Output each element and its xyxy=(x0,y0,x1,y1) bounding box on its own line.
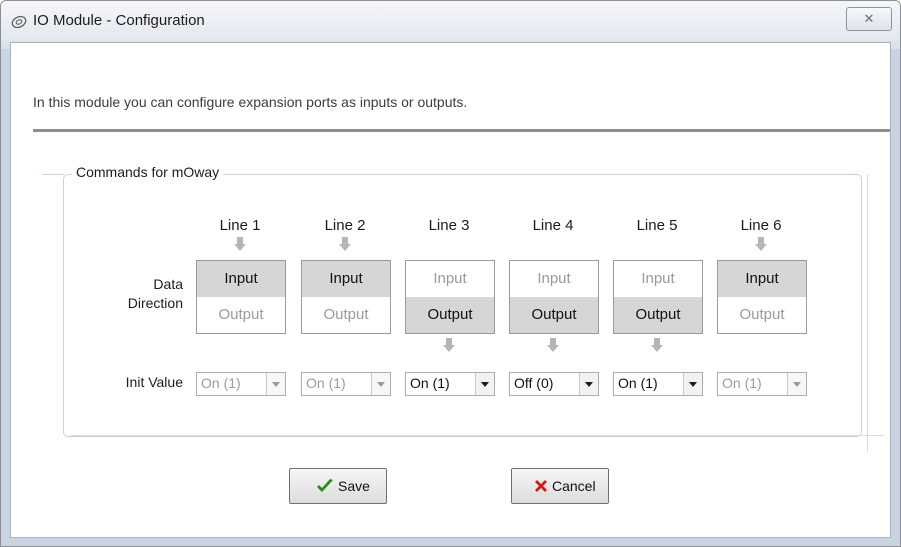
header-divider xyxy=(33,129,890,132)
cancel-button[interactable]: Cancel xyxy=(511,468,609,504)
line-4-flow-arrow xyxy=(546,338,560,354)
line-1-output-option[interactable]: Output xyxy=(197,297,285,333)
line-2-init-value-text: On (1) xyxy=(306,375,346,391)
line-3-output-option[interactable]: Output xyxy=(406,297,494,333)
close-button[interactable]: ✕ xyxy=(846,7,892,31)
chevron-down-icon xyxy=(377,382,385,387)
cancel-x-icon xyxy=(535,480,547,492)
line-4-output-option[interactable]: Output xyxy=(510,297,598,333)
line-5-init-value-select[interactable]: On (1) xyxy=(613,372,703,396)
line-6-direction-toggle: Input Output xyxy=(717,260,807,334)
line-6-output-option[interactable]: Output xyxy=(718,297,806,333)
dialog-body: In this module you can configure expansi… xyxy=(10,42,891,538)
line-4-init-value-text: Off (0) xyxy=(514,375,554,391)
down-arrow-icon xyxy=(651,338,663,352)
line-6-init-value-select[interactable]: On (1) xyxy=(717,372,807,396)
chevron-down-icon xyxy=(272,382,280,387)
down-arrow-icon xyxy=(339,237,351,251)
line-2-output-option[interactable]: Output xyxy=(302,297,390,333)
line-4-init-value-select[interactable]: Off (0) xyxy=(509,372,599,396)
title-bar[interactable]: IO Module - Configuration ✕ xyxy=(1,1,900,41)
line-1-input-option[interactable]: Input xyxy=(197,261,285,297)
line-3-label: Line 3 xyxy=(428,217,470,234)
chevron-down-icon xyxy=(481,382,489,387)
down-arrow-icon xyxy=(234,237,246,251)
line-3-init-value-select[interactable]: On (1) xyxy=(405,372,495,396)
line-2-label: Line 2 xyxy=(324,217,366,234)
checkmark-icon xyxy=(317,479,333,492)
line-6-flow-arrow xyxy=(754,237,768,253)
line-4-label: Line 4 xyxy=(532,217,574,234)
line-1-label: Line 1 xyxy=(219,217,261,234)
line-3-dropdown-button[interactable] xyxy=(475,373,494,395)
line-6-input-option[interactable]: Input xyxy=(718,261,806,297)
save-label: Save xyxy=(338,478,370,494)
line-2-flow-arrow xyxy=(338,237,352,253)
line-5-flow-arrow xyxy=(650,338,664,354)
line-3-direction-toggle: Input Output xyxy=(405,260,495,334)
line-4-direction-toggle: Input Output xyxy=(509,260,599,334)
chevron-down-icon xyxy=(793,382,801,387)
line-4-input-option[interactable]: Input xyxy=(510,261,598,297)
line-2-direction-toggle: Input Output xyxy=(301,260,391,334)
line-5-dropdown-button[interactable] xyxy=(683,373,702,395)
module-icon xyxy=(11,15,27,29)
group-caption: Commands for mOway xyxy=(72,164,224,180)
line-6-init-value-text: On (1) xyxy=(722,375,762,391)
description-text: In this module you can configure expansi… xyxy=(33,94,468,110)
line-1-init-value-text: On (1) xyxy=(201,375,241,391)
chevron-down-icon xyxy=(585,382,593,387)
line-5-init-value-text: On (1) xyxy=(618,375,658,391)
line-5-input-option[interactable]: Input xyxy=(614,261,702,297)
line-2-init-value-select[interactable]: On (1) xyxy=(301,372,391,396)
init-value-label: Init Value xyxy=(125,374,183,390)
line-2-input-option[interactable]: Input xyxy=(302,261,390,297)
save-button[interactable]: Save xyxy=(289,468,387,504)
line-4-dropdown-button[interactable] xyxy=(579,373,598,395)
cancel-label: Cancel xyxy=(552,478,596,494)
down-arrow-icon xyxy=(547,338,559,352)
window-title: IO Module - Configuration xyxy=(33,12,205,29)
data-direction-label: Data Direction xyxy=(127,276,183,311)
line-5-output-option[interactable]: Output xyxy=(614,297,702,333)
dialog-window: IO Module - Configuration ✕ In this modu… xyxy=(0,0,901,547)
line-1-direction-toggle: Input Output xyxy=(196,260,286,334)
line-6-dropdown-button[interactable] xyxy=(787,373,806,395)
line-3-input-option[interactable]: Input xyxy=(406,261,494,297)
line-5-direction-toggle: Input Output xyxy=(613,260,703,334)
line-1-flow-arrow xyxy=(233,237,247,253)
close-icon: ✕ xyxy=(863,11,875,26)
line-5-label: Line 5 xyxy=(636,217,678,234)
down-arrow-icon xyxy=(755,237,767,251)
group-frame-right xyxy=(867,174,868,452)
group-frame-tick xyxy=(42,174,64,175)
line-3-init-value-text: On (1) xyxy=(410,375,450,391)
line-6-label: Line 6 xyxy=(740,217,782,234)
chevron-down-icon xyxy=(689,382,697,387)
line-1-dropdown-button[interactable] xyxy=(266,373,285,395)
line-2-dropdown-button[interactable] xyxy=(371,373,390,395)
group-frame-bottom xyxy=(71,435,884,436)
line-3-flow-arrow xyxy=(442,338,456,354)
down-arrow-icon xyxy=(443,338,455,352)
line-1-init-value-select[interactable]: On (1) xyxy=(196,372,286,396)
